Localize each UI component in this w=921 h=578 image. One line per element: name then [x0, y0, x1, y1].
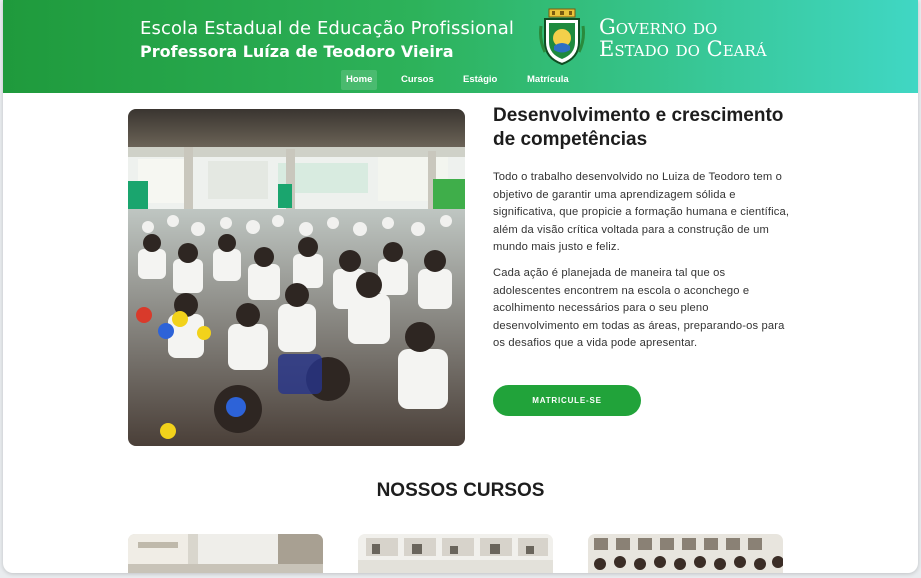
nav-item-matricula[interactable]: Matrícula [522, 70, 574, 90]
course-card-1[interactable] [128, 534, 323, 573]
students-photo [128, 109, 465, 446]
hero-paragraph-1: Todo o trabalho desenvolvido no Luiza de… [493, 171, 790, 253]
nav-item-estagio[interactable]: Estágio [458, 70, 502, 90]
site-header: Escola Estadual de Educação Profissional… [3, 0, 918, 93]
hero-headline: Desenvolvimento e crescimento de competê… [493, 105, 784, 150]
matricule-se-button[interactable]: MATRICULE-SE [493, 385, 641, 416]
courses-section-title: NOSSOS CURSOS [376, 480, 545, 501]
government-name-line1: Governo do [599, 15, 718, 39]
main-navigation: Home Cursos Estágio Matrícula [3, 70, 918, 92]
nav-item-home[interactable]: Home [341, 70, 378, 90]
browser-viewport: Escola Estadual de Educação Profissional… [3, 0, 918, 573]
school-name-line1: Escola Estadual de Educação Profissional [140, 18, 514, 39]
course-card-3[interactable] [588, 534, 783, 573]
hero-paragraph-2: Cada ação é planejada de maneira tal que… [493, 267, 785, 349]
government-name-line2: Estado do Ceará [599, 37, 767, 61]
course-card-2[interactable] [358, 534, 553, 573]
ceara-coat-of-arms-icon [539, 8, 585, 66]
nav-item-cursos[interactable]: Cursos [396, 70, 439, 90]
school-name-line2: Professora Luíza de Teodoro Vieira [140, 42, 454, 61]
